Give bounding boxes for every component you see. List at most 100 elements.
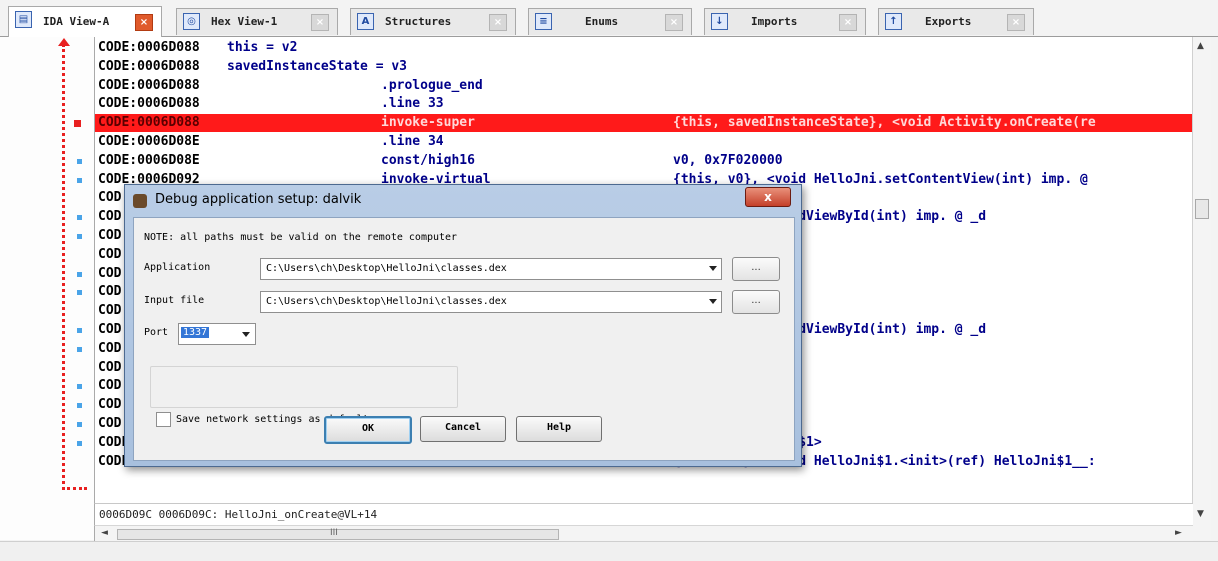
chevron-down-icon[interactable]: [709, 266, 717, 271]
code-line[interactable]: CODE:0006D088 this = v2: [95, 39, 1193, 57]
mnemonic: .line 34: [381, 134, 444, 149]
code-line[interactable]: CODE:0006D088 savedInstanceState = v3: [95, 58, 1193, 76]
code-line[interactable]: CODE:0006D088 .prologue_end: [95, 77, 1193, 95]
address: COD: [98, 303, 122, 319]
address: COD: [98, 397, 122, 413]
tab-enums[interactable]: ≡ Enums ×: [528, 8, 692, 35]
scroll-down-icon[interactable]: ▼: [1197, 509, 1204, 519]
address: COD: [98, 322, 122, 337]
address: CODE:0006D08E: [98, 152, 200, 168]
application-browse-button[interactable]: ...: [732, 257, 780, 281]
cancel-button[interactable]: Cancel: [420, 416, 506, 442]
tab-label: Hex View-1: [211, 15, 278, 28]
tab-hex-view[interactable]: ◎ Hex View-1 ×: [176, 8, 338, 35]
tab-structures[interactable]: A Structures ×: [350, 8, 516, 35]
line-marker-icon: [77, 422, 82, 427]
port-label: Port: [144, 327, 169, 338]
close-icon[interactable]: ×: [1007, 14, 1025, 31]
line-marker-icon: [77, 403, 82, 409]
mnemonic: this = v2: [227, 40, 298, 55]
port-field[interactable]: 1337: [178, 323, 256, 345]
address: COD: [98, 228, 122, 243]
tab-label: Imports: [751, 15, 798, 28]
imports-icon: ↓: [711, 13, 728, 30]
location-text: 0006D09C 0006D09C: HelloJni_onCreate@VL+…: [99, 508, 378, 521]
input-file-label: Input file: [144, 295, 205, 306]
scroll-thumb[interactable]: III: [117, 528, 559, 540]
close-icon[interactable]: ×: [839, 14, 857, 31]
scroll-up-icon[interactable]: ▲: [1197, 41, 1204, 51]
line-marker-icon: [77, 234, 82, 239]
tab-imports[interactable]: ↓ Imports ×: [704, 8, 866, 35]
scroll-thumb[interactable]: [1195, 199, 1209, 219]
mnemonic: .prologue_end: [381, 77, 483, 93]
mnemonic: const/high16: [381, 152, 475, 168]
bottom-bar: [0, 541, 1218, 561]
application-value: C:\Users\ch\Desktop\HelloJni\classes.dex: [266, 263, 507, 274]
exports-icon: ↑: [885, 13, 902, 30]
debug-setup-dialog: Debug application setup: dalvik x NOTE: …: [124, 184, 802, 467]
chevron-down-icon[interactable]: [242, 332, 250, 337]
address: CODE:0006D088: [98, 58, 200, 74]
address: COD: [98, 378, 122, 394]
scroll-left-icon[interactable]: ◄: [101, 528, 108, 538]
tab-label: IDA View-A: [43, 15, 110, 28]
close-button[interactable]: x: [745, 187, 791, 207]
address: COD: [98, 284, 122, 300]
address: CODE:0006D088: [98, 96, 200, 112]
vertical-scrollbar[interactable]: ▲ ▼: [1192, 37, 1211, 540]
tab-label: Structures: [385, 15, 452, 28]
close-icon[interactable]: ×: [665, 14, 683, 31]
ok-button[interactable]: OK: [324, 416, 412, 444]
tab-ida-view-a[interactable]: ▤ IDA View-A ×: [8, 6, 162, 37]
code-line[interactable]: CODE:0006D088 .line 33: [95, 95, 1193, 113]
save-settings-checkbox[interactable]: [156, 412, 171, 427]
breakpoint-icon[interactable]: [74, 120, 81, 128]
line-marker-icon: [77, 346, 82, 352]
address: COD: [98, 209, 122, 225]
line-marker-icon: [77, 440, 82, 446]
address: COD: [98, 416, 122, 431]
tab-label: Exports: [925, 15, 972, 28]
address: CODE:0006D088: [98, 40, 200, 55]
close-icon[interactable]: ×: [135, 14, 153, 31]
input-file-browse-button[interactable]: ...: [732, 290, 780, 314]
tab-exports[interactable]: ↑ Exports ×: [878, 8, 1034, 35]
address: COD: [98, 340, 122, 356]
scroll-right-icon[interactable]: ►: [1175, 528, 1182, 538]
tab-bar: ▤ IDA View-A × ◎ Hex View-1 × A Structur…: [0, 0, 1218, 37]
address: COD: [98, 359, 122, 375]
application-label: Application: [144, 262, 211, 273]
mnemonic: .line 33: [381, 96, 444, 112]
note-text: NOTE: all paths must be valid on the rem…: [144, 232, 458, 243]
address: CODE:0006D08E: [98, 134, 200, 149]
dialog-body: NOTE: all paths must be valid on the rem…: [133, 217, 795, 461]
operands: v0, 0x7F020000: [673, 152, 783, 168]
address: CODE:0006D088: [98, 115, 200, 131]
line-marker-icon: [77, 290, 82, 296]
ida-view-icon: ▤: [15, 11, 32, 28]
tab-label: Enums: [585, 15, 619, 28]
line-marker-icon: [77, 177, 82, 183]
help-button[interactable]: Help: [516, 416, 602, 442]
close-icon[interactable]: ×: [489, 14, 507, 31]
input-file-field[interactable]: C:\Users\ch\Desktop\HelloJni\classes.dex: [260, 291, 722, 313]
dialog-title: Debug application setup: dalvik: [155, 192, 362, 207]
close-icon[interactable]: ×: [311, 14, 329, 31]
application-field[interactable]: C:\Users\ch\Desktop\HelloJni\classes.dex: [260, 258, 722, 280]
mnemonic: savedInstanceState = v3: [227, 58, 408, 74]
input-file-value: C:\Users\ch\Desktop\HelloJni\classes.dex: [266, 296, 507, 307]
line-marker-icon: [77, 384, 82, 390]
code-line[interactable]: CODE:0006D08E const/high16 v0, 0x7F020000: [95, 152, 1193, 170]
hex-view-icon: ◎: [183, 13, 200, 30]
line-marker-icon: [77, 328, 82, 333]
address: COD: [98, 190, 122, 206]
location-status-bar: 0006D09C 0006D09C: HelloJni_onCreate@VL+…: [94, 503, 1193, 526]
address: COD: [98, 265, 122, 281]
code-line-breakpoint[interactable]: CODE:0006D088 invoke-super {this, savedIns…: [95, 114, 1193, 133]
structures-icon: A: [357, 13, 374, 30]
code-line[interactable]: CODE:0006D08E .line 34: [95, 133, 1193, 151]
horizontal-scrollbar[interactable]: ◄ III ►: [94, 525, 1193, 542]
grip-icon: III: [330, 528, 338, 538]
chevron-down-icon[interactable]: [709, 299, 717, 304]
